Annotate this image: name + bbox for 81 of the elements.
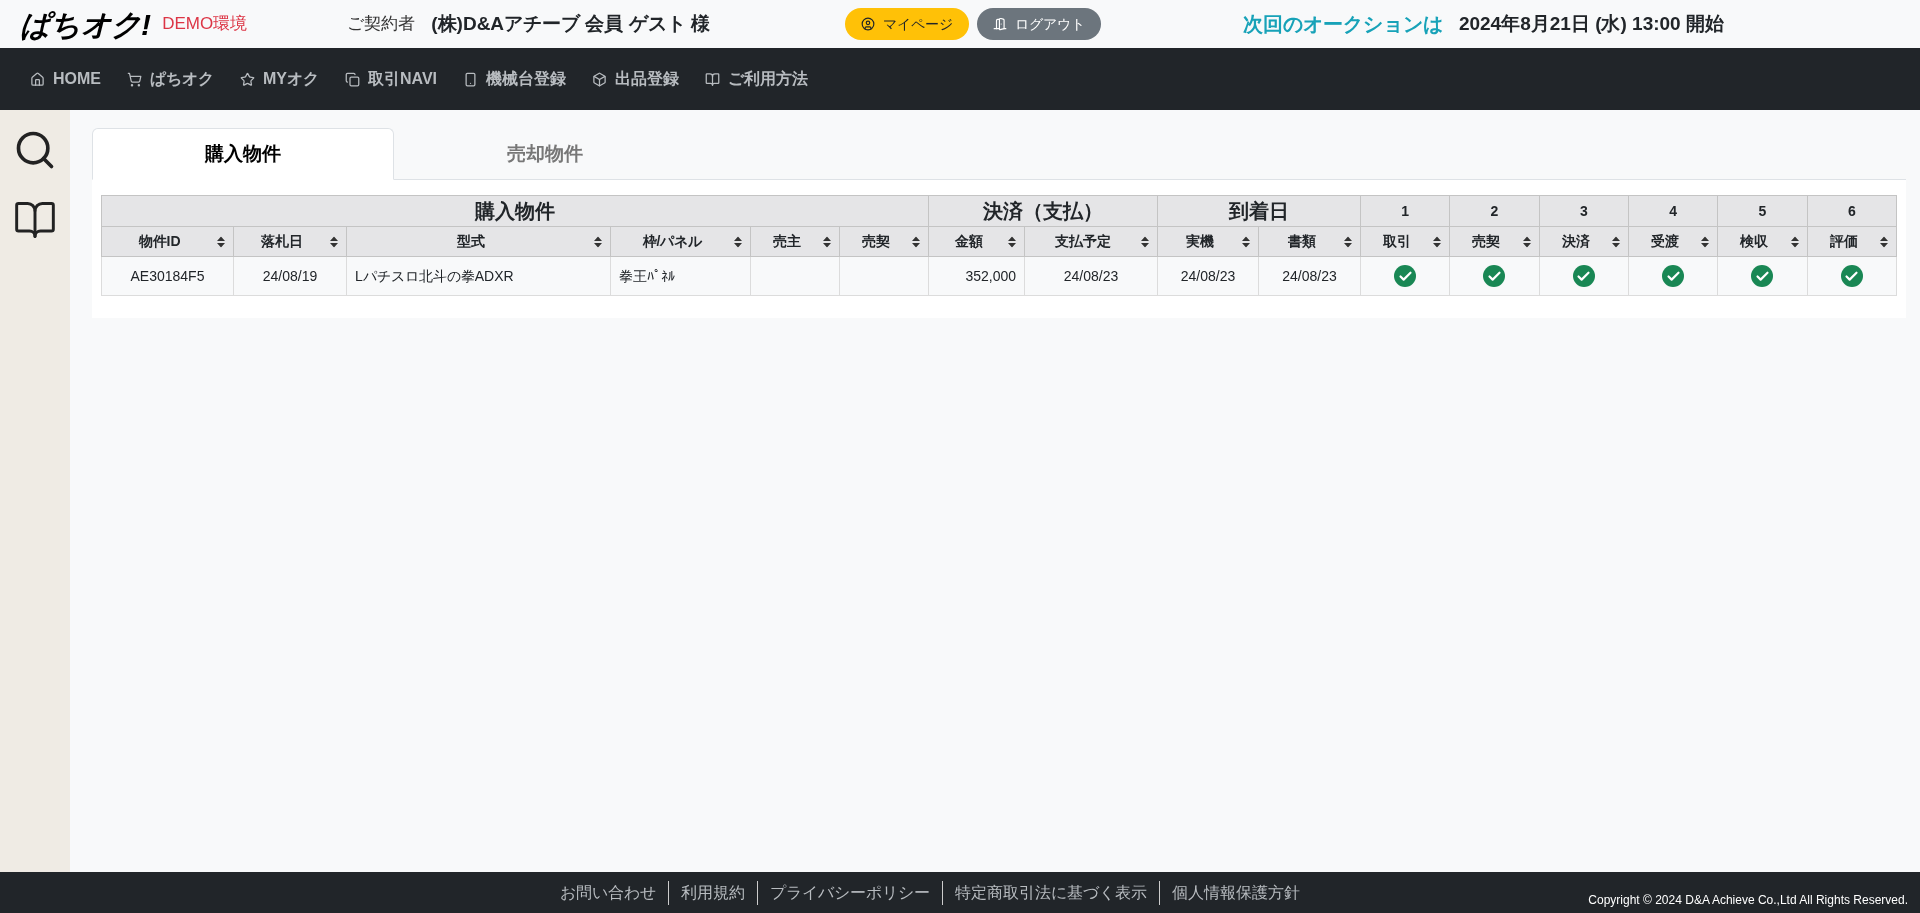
- contractor-name: (株)D&Aアチーブ 会員 ゲスト 様: [431, 11, 710, 36]
- column-header[interactable]: 実機: [1157, 226, 1259, 257]
- sort-icon[interactable]: [1433, 236, 1442, 247]
- sort-icon[interactable]: [594, 236, 602, 247]
- sort-icon[interactable]: [1141, 236, 1149, 247]
- nav-link[interactable]: ご利用方法: [705, 67, 809, 91]
- footer-link[interactable]: 利用規約: [668, 880, 757, 905]
- nav-link[interactable]: ぱちオク: [127, 67, 214, 91]
- group-header: 1: [1360, 195, 1450, 227]
- group-header: 4: [1628, 195, 1718, 227]
- sort-icon[interactable]: [1522, 236, 1531, 247]
- sort-icon[interactable]: [1242, 236, 1250, 247]
- footer-link[interactable]: お問い合わせ: [548, 880, 668, 905]
- nav-link[interactable]: HOME: [30, 67, 101, 91]
- footer-link[interactable]: 特定商取引法に基づく表示: [942, 880, 1159, 905]
- group-header: 2: [1449, 195, 1540, 227]
- sort-icon[interactable]: [734, 236, 742, 247]
- table-cell: Lパチスロ北斗の拳ADXR: [355, 267, 514, 284]
- mypage-button[interactable]: マイページ: [844, 8, 969, 40]
- logout-button[interactable]: ログアウト: [976, 8, 1101, 40]
- column-header[interactable]: 決済: [1539, 226, 1629, 257]
- group-header: 5: [1717, 195, 1808, 227]
- sort-icon[interactable]: [912, 236, 920, 247]
- column-header[interactable]: 物件ID: [101, 226, 234, 257]
- table-cell: 24/08/23: [1180, 267, 1236, 284]
- column-header[interactable]: 型式: [346, 226, 611, 257]
- table-cell: 拳王ﾊﾟﾈﾙ: [619, 267, 675, 284]
- column-header[interactable]: 売契: [1449, 226, 1540, 257]
- nav-link[interactable]: 機械台登録: [463, 67, 567, 91]
- door-icon: [992, 17, 1007, 31]
- nav-link[interactable]: 出品登録: [592, 67, 680, 91]
- tab[interactable]: 売却物件: [394, 128, 696, 180]
- column-header[interactable]: 評価: [1807, 226, 1897, 257]
- tab[interactable]: 購入物件: [92, 128, 394, 180]
- sort-icon[interactable]: [823, 236, 831, 247]
- column-header[interactable]: 受渡: [1628, 226, 1718, 257]
- cart-icon: [127, 71, 142, 87]
- user-icon: [860, 17, 875, 31]
- sort-icon[interactable]: [1008, 236, 1016, 247]
- column-header[interactable]: 金額: [928, 226, 1025, 257]
- table-cell: 24/08/19: [262, 267, 318, 284]
- column-header[interactable]: 検収: [1717, 226, 1808, 257]
- contractor-label: ご契約者: [347, 13, 416, 36]
- column-header[interactable]: 売契: [839, 226, 929, 257]
- home-icon: [30, 71, 45, 87]
- column-header[interactable]: 枠/パネル: [610, 226, 751, 257]
- group-header: 購入物件: [101, 195, 929, 227]
- column-header[interactable]: 支払予定: [1024, 226, 1158, 257]
- next-auction-date: 2024年8月21日 (水) 13:00 開始: [1458, 11, 1724, 36]
- group-header: 6: [1807, 195, 1897, 227]
- table-cell: 24/08/23: [1063, 267, 1119, 284]
- table-cell: 24/08/23: [1282, 267, 1337, 284]
- sort-icon[interactable]: [1344, 236, 1352, 247]
- copyright: Copyright © 2024 D&A Achieve Co.,Ltd All Rights Reserved.: [1588, 892, 1908, 909]
- environment-label: DEMO環境: [162, 13, 248, 36]
- sort-icon[interactable]: [1790, 236, 1799, 247]
- group-header: 到着日: [1157, 195, 1361, 227]
- column-header[interactable]: 落札日: [233, 226, 347, 257]
- column-header[interactable]: 売主: [750, 226, 840, 257]
- sort-icon[interactable]: [330, 236, 338, 247]
- sort-icon[interactable]: [217, 236, 225, 247]
- table-cell: AE30184F5: [130, 267, 205, 284]
- copy-icon: [345, 71, 360, 87]
- column-header[interactable]: 取引: [1360, 226, 1450, 257]
- nav-link[interactable]: MYオク: [240, 67, 319, 91]
- group-header: 決済（支払）: [928, 195, 1158, 227]
- group-header: 3: [1539, 195, 1629, 227]
- sort-icon[interactable]: [1612, 236, 1620, 247]
- next-auction-label: 次回のオークションは: [1242, 12, 1443, 37]
- nav-link[interactable]: 取引NAVI: [345, 67, 438, 91]
- footer-link[interactable]: プライバシーポリシー: [757, 880, 942, 905]
- box-icon: [592, 71, 608, 87]
- star-icon: [240, 71, 255, 87]
- sort-icon[interactable]: [1701, 236, 1710, 247]
- footer-link[interactable]: 個人情報保護方針: [1159, 880, 1312, 905]
- column-header[interactable]: 書類: [1258, 226, 1361, 257]
- device-icon: [463, 71, 479, 87]
- book-icon: [705, 71, 721, 87]
- logo[interactable]: ぱちオク!: [20, 1, 151, 47]
- table-cell: 352,000: [965, 267, 1016, 284]
- sort-icon[interactable]: [1880, 236, 1888, 247]
